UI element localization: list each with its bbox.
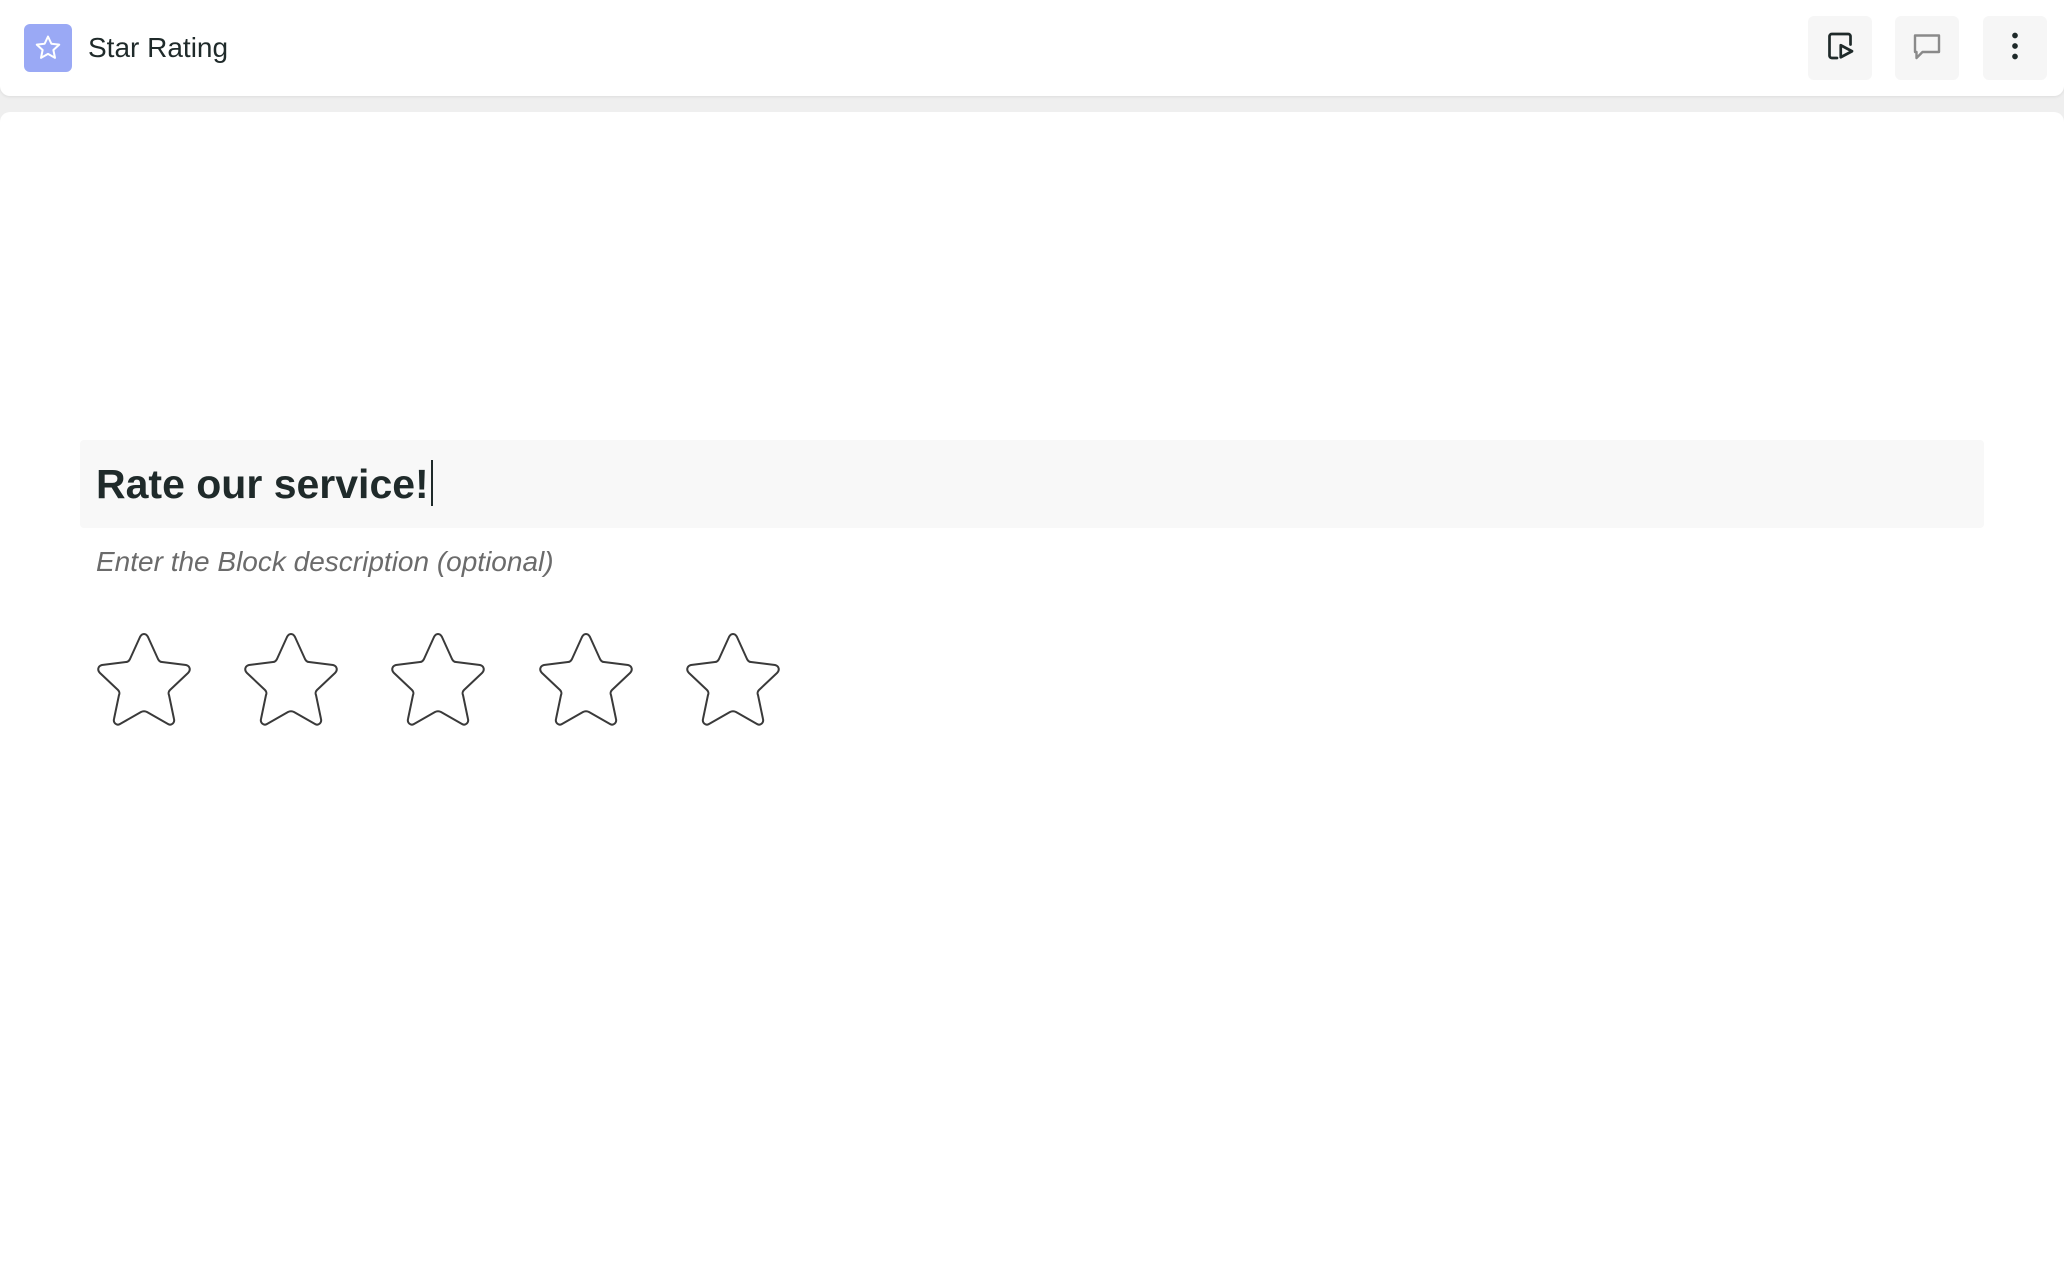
preview-button[interactable] xyxy=(1808,16,1872,80)
star-icon xyxy=(24,24,72,72)
block-header: Star Rating xyxy=(0,0,2064,96)
star-outline-icon xyxy=(686,633,780,726)
star-5[interactable] xyxy=(681,628,785,732)
star-outline-icon xyxy=(539,633,633,726)
comment-button[interactable] xyxy=(1895,16,1959,80)
star-outline-icon xyxy=(97,633,191,726)
star-2[interactable] xyxy=(239,628,343,732)
description-input[interactable]: Enter the Block description (optional) xyxy=(96,542,554,582)
star-1[interactable] xyxy=(92,628,196,732)
more-options-button[interactable] xyxy=(1983,16,2047,80)
question-input[interactable]: Rate our service! xyxy=(80,440,1984,528)
star-outline-icon xyxy=(244,633,338,726)
text-caret xyxy=(430,460,433,506)
comment-icon xyxy=(1909,28,1945,69)
star-4[interactable] xyxy=(534,628,638,732)
question-text: Rate our service! xyxy=(96,458,433,510)
star-3[interactable] xyxy=(386,628,490,732)
star-outline-icon xyxy=(391,633,485,726)
block-title: Star Rating xyxy=(88,32,229,63)
more-vertical-icon xyxy=(1997,28,2033,69)
preview-play-icon xyxy=(1822,28,1858,69)
